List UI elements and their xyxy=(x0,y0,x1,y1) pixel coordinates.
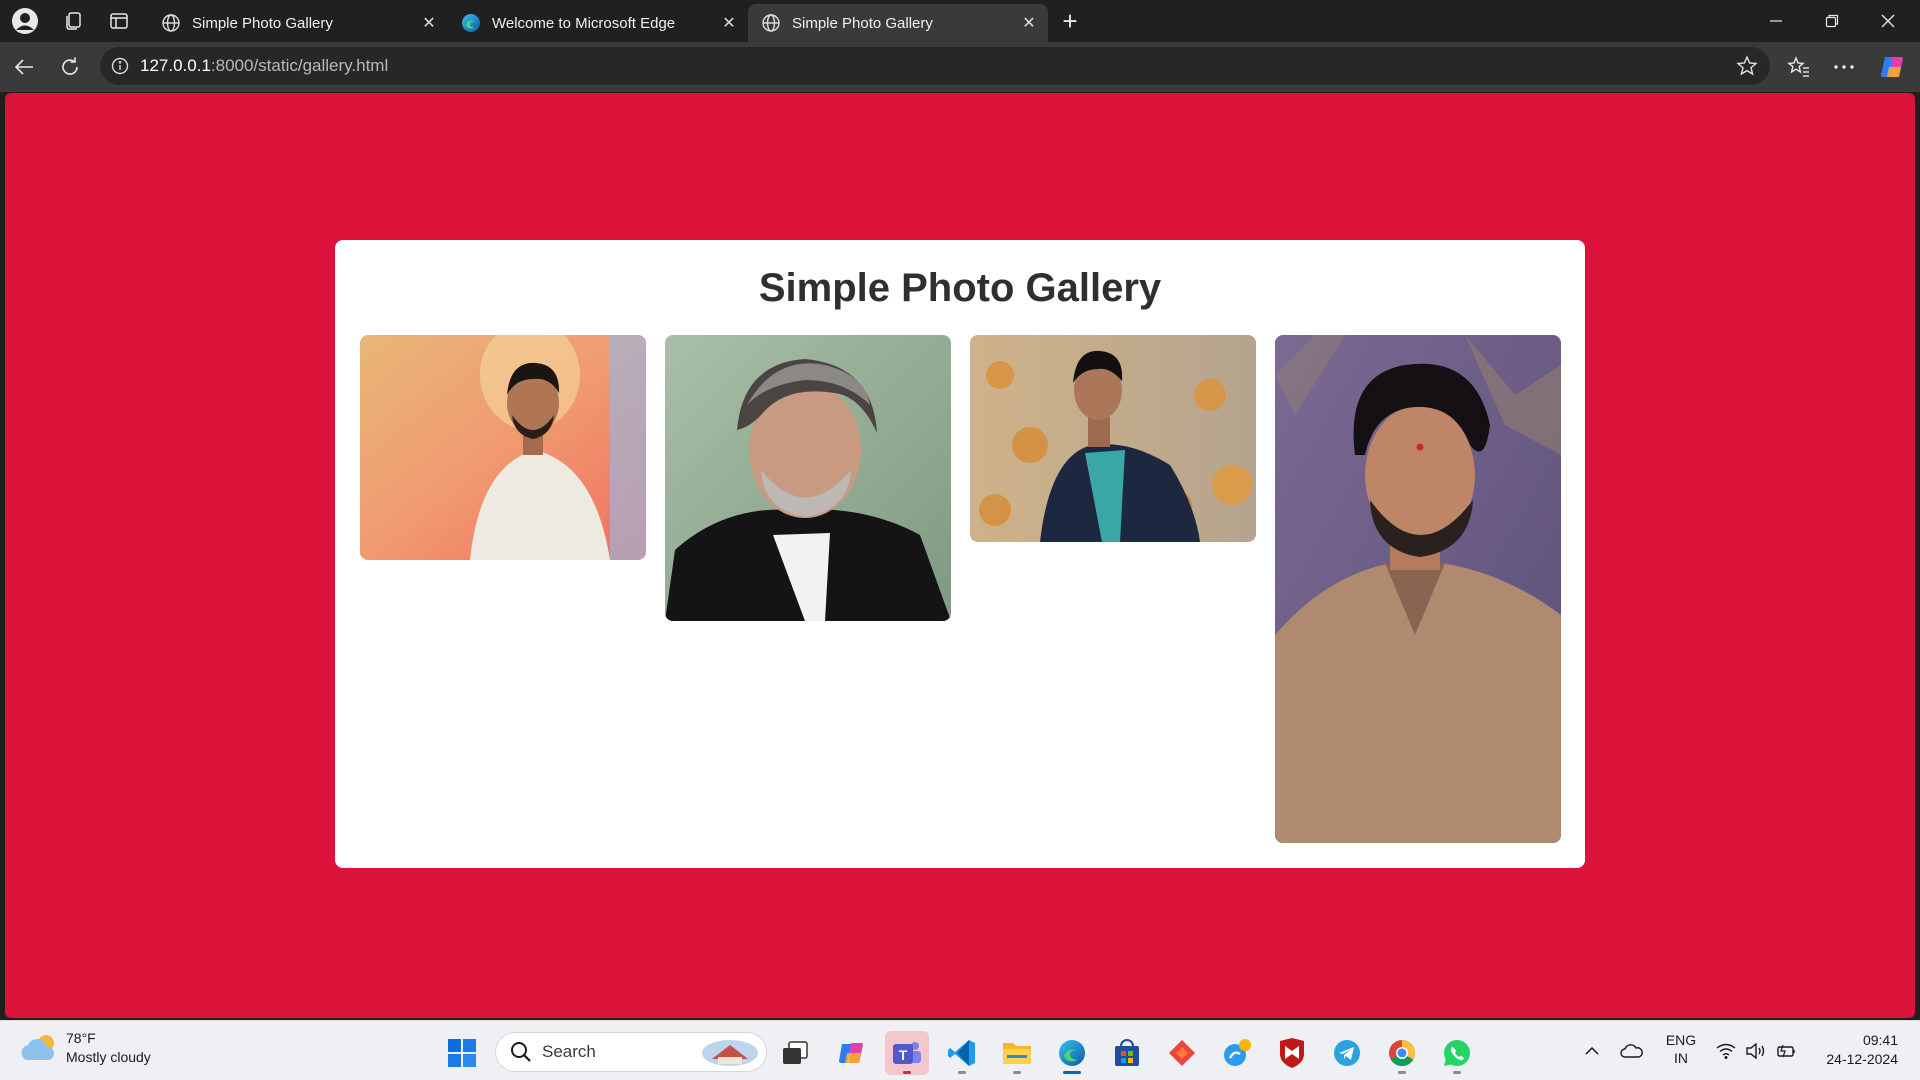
close-tab-icon[interactable]: ✕ xyxy=(1020,14,1038,32)
gallery-photo-3[interactable] xyxy=(970,335,1256,542)
favorites-icon[interactable] xyxy=(1783,51,1815,83)
new-tab-button[interactable]: + xyxy=(1055,6,1085,36)
info-icon[interactable] xyxy=(110,56,130,76)
tab-1[interactable]: Simple Photo Gallery ✕ xyxy=(148,4,448,42)
tab-3-active[interactable]: Simple Photo Gallery ✕ xyxy=(748,4,1048,42)
svg-text:T: T xyxy=(899,1047,908,1063)
language-indicator[interactable]: ENG IN xyxy=(1665,1031,1697,1067)
weather-temp: 78°F xyxy=(66,1030,96,1046)
browser-toolbar: 127.0.0.1:8000/static/gallery.html xyxy=(0,42,1920,92)
url-host: 127.0.0.1 xyxy=(140,56,211,75)
search-icon xyxy=(511,1042,531,1062)
more-menu-icon[interactable] xyxy=(1828,51,1860,83)
taskbar-search[interactable]: Search xyxy=(495,1032,767,1072)
tab-title: Welcome to Microsoft Edge xyxy=(492,14,676,32)
battery-charging-icon[interactable] xyxy=(1774,1039,1798,1063)
page-title: Simple Photo Gallery xyxy=(758,266,1162,310)
url-path: :8000/static/gallery.html xyxy=(210,56,389,75)
onedrive-cloud-icon[interactable] xyxy=(1620,1039,1644,1063)
task-view-icon[interactable] xyxy=(773,1031,817,1075)
clock[interactable]: 09:41 24-12-2024 xyxy=(1812,1031,1898,1069)
workspaces-icon[interactable] xyxy=(58,6,88,36)
edge-icon xyxy=(460,12,482,34)
teams-icon[interactable]: T xyxy=(885,1031,929,1075)
chrome-icon[interactable] xyxy=(1380,1031,1424,1075)
anydesk-icon[interactable] xyxy=(1160,1031,1204,1075)
gallery-container: Simple Photo Gallery xyxy=(335,240,1585,868)
tab-2[interactable]: Welcome to Microsoft Edge ✕ xyxy=(448,4,748,42)
restore-icon[interactable] xyxy=(1804,0,1860,42)
running-indicator xyxy=(1398,1071,1406,1074)
volume-icon[interactable] xyxy=(1744,1039,1768,1063)
gallery-photo-2[interactable] xyxy=(665,335,951,621)
screen: Simple Photo Gallery ✕ Welcome to Micros… xyxy=(0,0,1920,1080)
back-icon[interactable] xyxy=(8,51,40,83)
close-tab-icon[interactable]: ✕ xyxy=(720,14,738,32)
file-explorer-icon[interactable] xyxy=(995,1031,1039,1075)
tab-strip: Simple Photo Gallery ✕ Welcome to Micros… xyxy=(0,0,1920,42)
running-indicator xyxy=(958,1071,966,1074)
favorite-star-icon[interactable] xyxy=(1736,55,1758,77)
close-tab-icon[interactable]: ✕ xyxy=(420,14,438,32)
taskbar: 78°F Mostly cloudy Search T ENG IN 09:41… xyxy=(0,1020,1920,1080)
show-hidden-icons-chevron-icon[interactable] xyxy=(1580,1039,1604,1063)
search-highlight-icon xyxy=(702,1040,758,1066)
whatsapp-icon[interactable] xyxy=(1435,1031,1479,1075)
refresh-icon[interactable] xyxy=(54,51,86,83)
mcafee-icon[interactable] xyxy=(1270,1031,1314,1075)
vscode-icon[interactable] xyxy=(940,1031,984,1075)
clock-date: 24-12-2024 xyxy=(1826,1051,1898,1067)
address-bar[interactable]: 127.0.0.1:8000/static/gallery.html xyxy=(100,47,1770,85)
start-windows-icon[interactable] xyxy=(440,1031,484,1075)
running-indicator xyxy=(903,1071,911,1074)
profile-icon[interactable] xyxy=(10,6,40,36)
microsoft-store-icon[interactable] xyxy=(1105,1031,1149,1075)
clock-time: 09:41 xyxy=(1862,1032,1898,1048)
weather-desc: Mostly cloudy xyxy=(66,1049,151,1065)
language-line2: IN xyxy=(1674,1050,1688,1066)
vertical-tabs-icon[interactable] xyxy=(104,6,134,36)
copilot-icon[interactable] xyxy=(1877,51,1909,83)
globe-icon xyxy=(160,12,182,34)
wifi-icon[interactable] xyxy=(1714,1039,1738,1063)
tab-title: Simple Photo Gallery xyxy=(192,14,333,32)
page-viewport: Simple Photo Gallery xyxy=(5,93,1915,1018)
gallery-photo-1[interactable] xyxy=(360,335,646,560)
gallery-photo-4[interactable] xyxy=(1275,335,1561,843)
weather-widget[interactable]: 78°F Mostly cloudy xyxy=(20,1029,151,1067)
search-placeholder: Search xyxy=(542,1042,596,1061)
close-window-icon[interactable] xyxy=(1860,0,1916,42)
connect-app-icon[interactable] xyxy=(1215,1031,1259,1075)
globe-icon xyxy=(760,12,782,34)
cloudy-weather-icon xyxy=(21,1035,55,1060)
language-line1: ENG xyxy=(1665,1032,1697,1048)
tab-title: Simple Photo Gallery xyxy=(792,14,933,32)
minimize-icon[interactable] xyxy=(1748,0,1804,42)
copilot-taskbar-icon[interactable] xyxy=(830,1031,874,1075)
running-indicator xyxy=(1013,1071,1021,1074)
telegram-icon[interactable] xyxy=(1325,1031,1369,1075)
running-indicator xyxy=(1453,1071,1461,1074)
active-indicator xyxy=(1063,1071,1081,1074)
edge-taskbar-icon[interactable] xyxy=(1050,1031,1094,1075)
